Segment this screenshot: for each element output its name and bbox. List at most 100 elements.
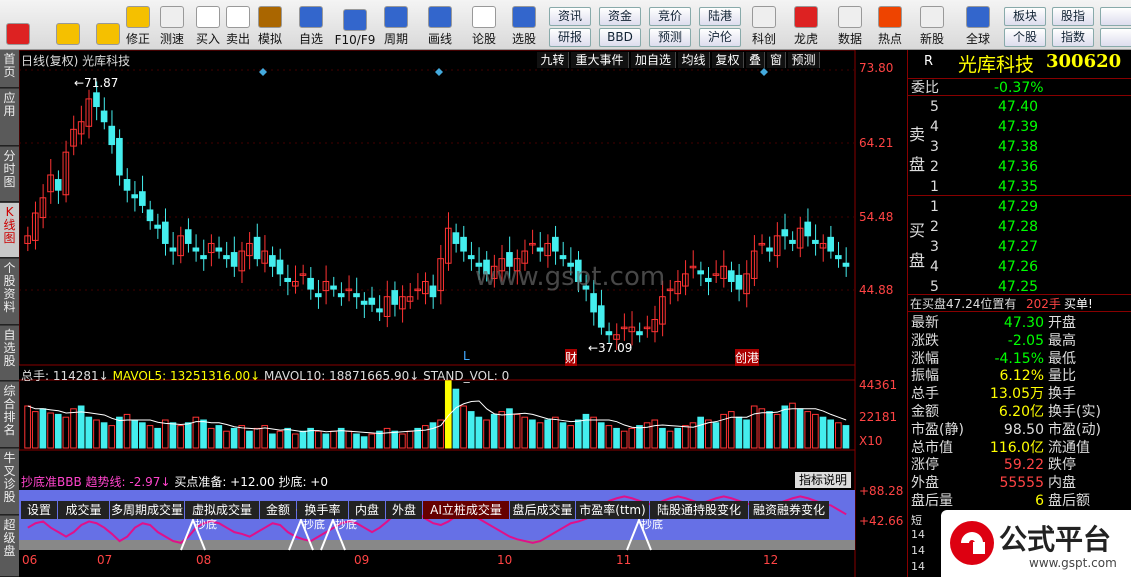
indicator-tab[interactable]: 换手率 [297, 501, 348, 519]
data-toolbar-button[interactable]: 数据 [834, 3, 866, 47]
indicator-tab[interactable]: 成交量 [58, 501, 109, 519]
toolbar-small-button[interactable] [1100, 7, 1131, 26]
indicator-tab[interactable]: 盘后成交量 [510, 501, 575, 519]
candle-body [215, 247, 223, 252]
kline-chart-area[interactable]: 日线(复权) 光库科技 九转重大事件加自选均线复权叠窗预测 ★抄底★抄底★抄底★… [19, 50, 907, 577]
vtab[interactable]: 应用 [0, 89, 19, 146]
toolbar-small-button[interactable] [1100, 28, 1131, 47]
event-diamond-icon [259, 68, 267, 76]
volume-bar [460, 405, 467, 449]
back-toolbar-button[interactable] [52, 3, 84, 47]
hot-toolbar-button[interactable]: 热点 [874, 3, 906, 47]
stat-value: 6 [1035, 493, 1044, 509]
toolbar-label: 模拟 [257, 32, 282, 46]
pick-toolbar-button[interactable]: 选股 [508, 3, 540, 47]
stat-label: 外盘 [911, 475, 939, 492]
candlestick-plot[interactable]: ★抄底★抄底★抄底★抄底 [19, 50, 907, 577]
indicator-help-button[interactable]: 指标说明 [795, 472, 851, 488]
indicator-tab[interactable]: 内盘 [349, 501, 385, 519]
indicator-tab[interactable]: 市盈率(ttm) [576, 501, 649, 519]
vtab[interactable]: 牛叉诊股 [0, 449, 19, 515]
f10-toolbar-button[interactable]: F10/F9 [333, 3, 377, 47]
toolbar-small-button[interactable]: 沪伦 [699, 28, 741, 47]
lun-toolbar-button[interactable]: 论股 [468, 3, 500, 47]
ind-trend: 趋势线: -2.97↓ [85, 475, 171, 489]
volume-bar [93, 419, 100, 449]
stat-label: 市盈(静) [911, 421, 964, 438]
stat-row: 总市值 116.0亿 流通值 [908, 439, 1131, 457]
stat-label-right: 开盘 [1048, 315, 1076, 331]
candle-body [552, 236, 559, 252]
toolbar-small-button[interactable]: 股指 [1052, 7, 1094, 26]
stat-row: 外盘 55555 内盘 [908, 474, 1131, 492]
vtab[interactable]: 个股资料 [0, 259, 19, 325]
revise-toolbar-button[interactable]: 修正 [122, 3, 154, 47]
volume-bar [154, 427, 161, 449]
ind-bottom: 抄底: +0 [278, 475, 328, 489]
sim-toolbar-button[interactable]: 模拟 [254, 3, 286, 47]
toolbar-small-button[interactable]: 竞价 [649, 7, 691, 26]
low-price-label: ←37.09 [588, 341, 633, 355]
orderbook-divider [908, 195, 1131, 196]
toolbar-small-button[interactable]: 资金 [599, 7, 641, 26]
indicator-tab[interactable]: 设置 [21, 501, 57, 519]
stat-label-right: 内盘 [1048, 475, 1076, 492]
lh-toolbar-button[interactable]: 龙虎 [790, 3, 822, 47]
kechuang-icon [752, 6, 776, 28]
candle-body [154, 224, 161, 229]
indicator-tab[interactable]: AI立桩成交量 [423, 501, 509, 519]
indicator-tab[interactable]: 多周期成交量 [110, 501, 184, 519]
vtab[interactable]: 自选股 [0, 326, 19, 381]
new-toolbar-button[interactable]: 新股 [916, 3, 948, 47]
test-toolbar-button[interactable]: 测速 [156, 3, 188, 47]
toolbar-small-button[interactable]: BBD [599, 28, 641, 47]
global-toolbar-button[interactable]: 全球 [962, 3, 994, 47]
ask-level-price: 47.39 [998, 119, 1039, 135]
candle-body [835, 255, 842, 260]
up-toolbar-button[interactable] [92, 3, 124, 47]
volume-bar [773, 413, 781, 449]
stat-label-right: 量比 [1048, 368, 1076, 385]
home-toolbar-button[interactable] [2, 3, 34, 47]
toolbar-label: 新股 [919, 32, 944, 46]
buy-toolbar-button[interactable]: 买入 [192, 3, 224, 47]
stat-row: 涨停 59.22 跌停 [908, 456, 1131, 474]
stat-value: -4.15% [994, 350, 1044, 367]
toolbar-label: 全球 [965, 32, 990, 46]
self-toolbar-button[interactable]: 自选 [295, 3, 327, 47]
stat-row: 总手 13.05万 换手 [908, 385, 1131, 403]
indicator-tab[interactable]: 外盘 [386, 501, 422, 519]
candle-body [781, 229, 789, 237]
vtab[interactable]: 超级盘 [0, 516, 19, 577]
stat-value: -2.05 [1007, 332, 1044, 349]
price-axis-label: 64.21 [859, 136, 894, 150]
indicator-tab[interactable]: 融资融券变化 [749, 501, 829, 519]
order-note-qty: 202手 [1026, 297, 1061, 311]
toolbar-small-button[interactable]: 个股 [1004, 28, 1046, 47]
volume-bar [437, 419, 444, 449]
draw-toolbar-button[interactable]: 画线 [424, 3, 456, 47]
period-toolbar-button[interactable]: 周期 [380, 3, 412, 47]
vtab[interactable]: 首页 [0, 50, 19, 88]
vtab[interactable]: 分时图 [0, 147, 19, 202]
stat-row: 市盈(静) 98.50 市盈(动) [908, 421, 1131, 439]
toolbar-label: 周期 [383, 32, 408, 46]
logo-mark-icon [950, 521, 994, 565]
toolbar-small-button[interactable]: 板块 [1004, 7, 1046, 26]
indicator-tab[interactable]: 陆股通持股变化 [650, 501, 748, 519]
volume-bar [284, 427, 291, 449]
sell-toolbar-button[interactable]: 卖出 [222, 3, 254, 47]
toolbar-small-button[interactable]: 研报 [549, 28, 591, 47]
candle-body [391, 290, 399, 305]
toolbar-small-button[interactable]: 陆港 [699, 7, 741, 26]
volume-bar [536, 422, 544, 449]
candle-body [161, 221, 169, 244]
kc-toolbar-button[interactable]: 科创 [748, 3, 780, 47]
indicator-tab[interactable]: 金额 [260, 501, 296, 519]
vtab[interactable]: 综合排名 [0, 382, 19, 448]
toolbar-small-button[interactable]: 预测 [649, 28, 691, 47]
toolbar-small-button[interactable]: 指数 [1052, 28, 1094, 47]
toolbar-small-button[interactable]: 资讯 [549, 7, 591, 26]
indicator-tab[interactable]: 虚拟成交量 [185, 501, 259, 519]
vtab[interactable]: K线图 [0, 203, 19, 258]
